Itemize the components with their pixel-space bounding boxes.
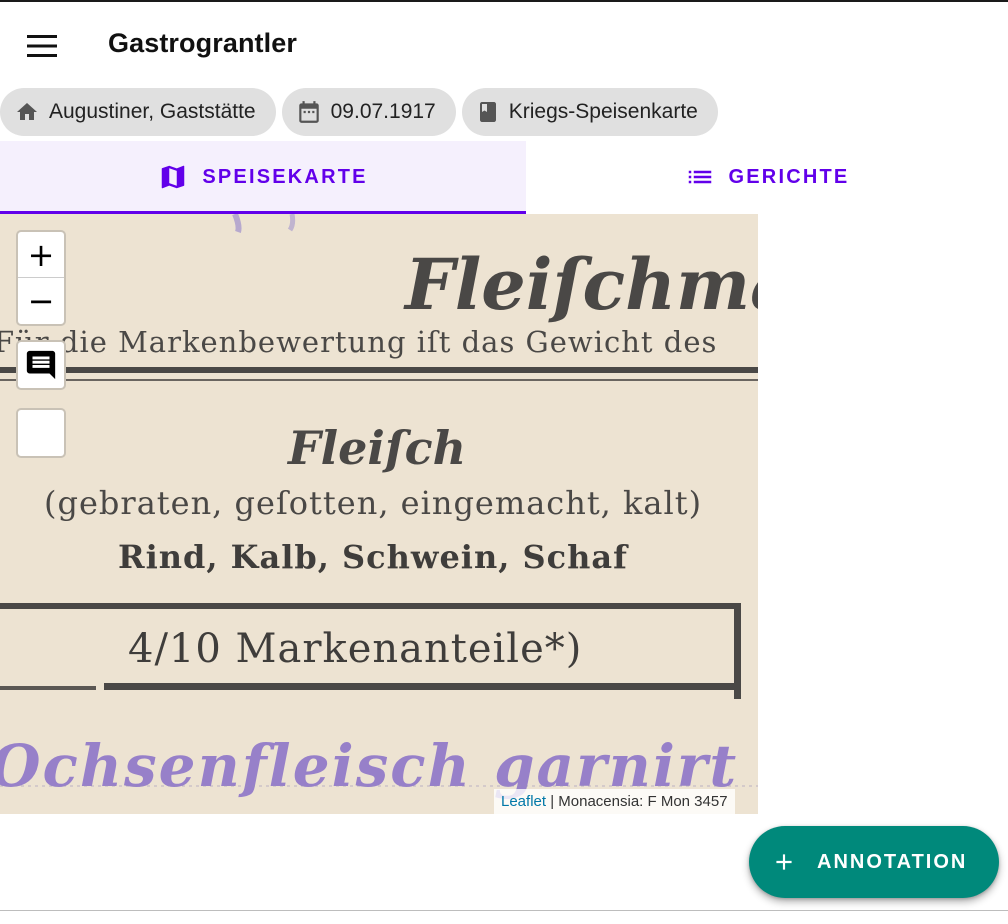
tab-speisekarte-label: SPEISEKARTE — [202, 165, 368, 188]
zoom-in-button[interactable]: + — [18, 232, 64, 278]
add-annotation-label: ANNOTATION — [817, 850, 968, 873]
menu-button[interactable] — [20, 26, 64, 66]
zoom-control: + − — [16, 230, 66, 326]
annotation-toggle-button[interactable] — [16, 340, 66, 390]
home-icon — [17, 103, 37, 120]
book-icon — [479, 102, 496, 122]
menu-scan-image: Fleiſchmar Für die Markenbewertung iſt d… — [0, 214, 758, 814]
zoom-out-button[interactable]: − — [18, 278, 64, 324]
chip-date-label: 09.07.1917 — [330, 100, 436, 123]
tab-bar: SPEISEKARTE GERICHTE — [0, 141, 1008, 214]
scan-ration: 4/10 Markenanteile*) — [128, 626, 582, 672]
bottom-divider — [0, 910, 1008, 911]
chip-menu-type[interactable]: Kriegs-Speisenkarte — [461, 88, 718, 136]
attribution-source: Monacensia: F Mon 3457 — [558, 793, 728, 810]
tab-speisekarte[interactable]: SPEISEKARTE — [0, 141, 526, 214]
chip-restaurant-label: Augustiner, Gaststätte — [49, 100, 256, 123]
chip-date[interactable]: 09.07.1917 — [281, 88, 456, 136]
map-view[interactable]: Fleiſchmar Für die Markenbewertung iſt d… — [0, 214, 758, 814]
hamburger-menu-icon — [27, 35, 57, 57]
map-icon — [162, 165, 185, 189]
scan-heading: Fleiſchmar — [403, 243, 758, 326]
app-title: Gastrograntler — [108, 28, 297, 58]
scan-section-title: Fleiſch — [286, 421, 466, 475]
scan-section-kinds: Rind, Kalb, Schwein, Schaf — [118, 538, 629, 576]
chip-restaurant[interactable]: Augustiner, Gaststätte — [0, 88, 276, 136]
app-bar: Gastrograntler — [0, 2, 1008, 86]
scan-section-detail: (gebraten, geſotten, eingemacht, kalt) — [44, 484, 702, 522]
tab-gerichte-label: GERICHTE — [728, 165, 850, 188]
empty-control-button[interactable] — [16, 408, 66, 458]
add-annotation-button[interactable]: ANNOTATION — [749, 826, 999, 898]
breadcrumb-chips: Augustiner, Gaststätte 09.07.1917 Kriegs… — [0, 88, 718, 136]
list-icon — [688, 170, 711, 184]
scan-subline: Für die Markenbewertung iſt das Gewicht … — [0, 325, 717, 359]
attribution-separator: | — [546, 793, 559, 810]
chip-menu-type-label: Kriegs-Speisenkarte — [508, 100, 698, 123]
comment-icon — [26, 350, 56, 380]
map-attribution: Leaflet | Monacensia: F Mon 3457 — [494, 789, 735, 814]
plus-icon — [776, 854, 792, 870]
calendar-icon — [298, 101, 319, 123]
app-root: Gastrograntler Augustiner, Gaststätte 09… — [0, 0, 1008, 924]
leaflet-link[interactable]: Leaflet — [501, 793, 546, 810]
tab-gerichte[interactable]: GERICHTE — [526, 141, 1008, 213]
